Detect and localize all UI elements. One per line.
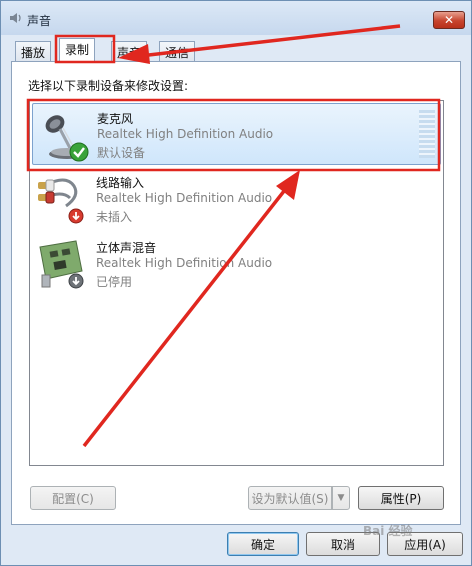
configure-button[interactable]: 配置(C) bbox=[30, 486, 116, 510]
instruction-text: 选择以下录制设备来修改设置: bbox=[28, 79, 189, 93]
tab-recording[interactable]: 录制 bbox=[59, 38, 96, 63]
device-status: 未插入 bbox=[96, 210, 133, 224]
title-bar[interactable]: 声音 ✕ bbox=[1, 1, 471, 35]
close-button[interactable]: ✕ bbox=[433, 11, 465, 29]
sound-dialog: 声音 ✕ 播放 录制 声音 通信 选择以下录制设备来修改设置: 麦克风 Real… bbox=[0, 0, 472, 566]
tab-communications[interactable]: 通信 bbox=[159, 41, 196, 61]
device-name: 线路输入 bbox=[96, 176, 145, 190]
set-default-button[interactable]: 设为默认值(S) bbox=[248, 486, 332, 510]
level-meter bbox=[419, 110, 435, 158]
recording-panel: 选择以下录制设备来修改设置: 麦克风 Realtek High Definiti… bbox=[11, 61, 461, 525]
device-driver: Realtek High Definition Audio bbox=[96, 256, 273, 270]
tab-playback[interactable]: 播放 bbox=[15, 41, 52, 61]
device-status: 默认设备 bbox=[97, 146, 146, 160]
list-item-stereo-mix[interactable]: 立体声混音 Realtek High Definition Audio 已停用 bbox=[32, 233, 441, 295]
speaker-icon bbox=[10, 13, 21, 23]
device-driver: Realtek High Definition Audio bbox=[97, 127, 274, 141]
set-default-dropdown[interactable]: ▼ bbox=[332, 486, 350, 510]
list-item-line-in[interactable]: 线路输入 Realtek High Definition Audio 未插入 bbox=[32, 168, 441, 230]
green-check-icon bbox=[69, 142, 89, 162]
red-down-arrow-icon bbox=[68, 208, 84, 224]
tab-sounds[interactable]: 声音 bbox=[111, 41, 148, 61]
device-name: 立体声混音 bbox=[96, 241, 157, 255]
watermark: Bai 经验 bbox=[363, 524, 413, 538]
list-item-microphone[interactable]: 麦克风 Realtek High Definition Audio 默认设备 bbox=[32, 103, 441, 165]
device-status: 已停用 bbox=[96, 275, 133, 289]
device-list[interactable]: 麦克风 Realtek High Definition Audio 默认设备 线… bbox=[29, 100, 444, 466]
properties-button[interactable]: 属性(P) bbox=[358, 486, 444, 510]
close-icon: ✕ bbox=[443, 13, 455, 27]
window-title: 声音 bbox=[27, 14, 52, 28]
ok-button[interactable]: 确定 bbox=[227, 532, 299, 556]
device-name: 麦克风 bbox=[97, 112, 134, 126]
gray-down-arrow-icon bbox=[68, 273, 84, 289]
device-driver: Realtek High Definition Audio bbox=[96, 191, 273, 205]
chevron-down-icon: ▼ bbox=[337, 493, 345, 503]
